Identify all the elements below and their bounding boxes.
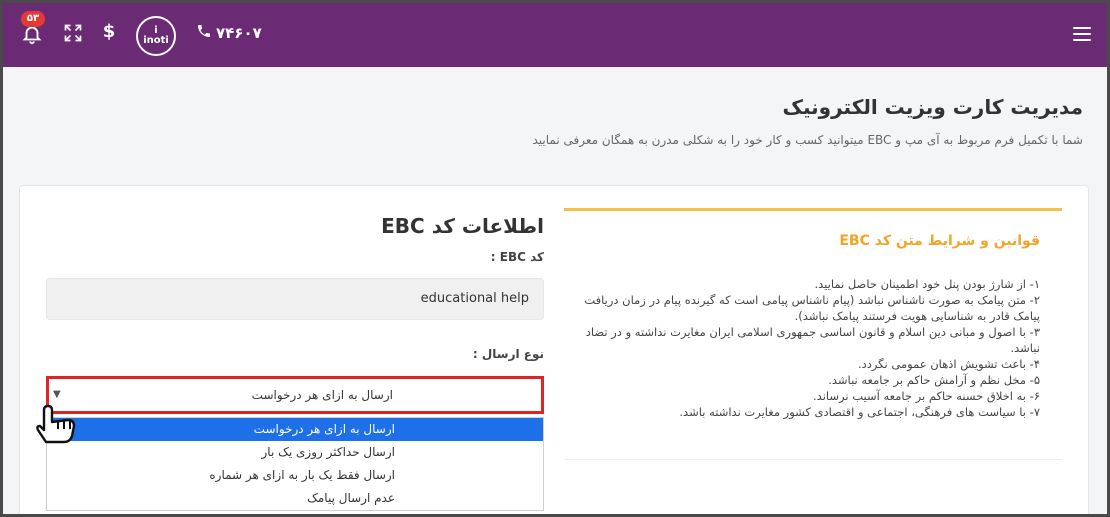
pointing-hand-cursor-icon xyxy=(32,400,78,444)
screenshot-frame: ۵۳ $ i inoti ۷۴۶۰۷ مدیریت کارت ویزیت الک xyxy=(0,0,1110,517)
phone-icon xyxy=(196,23,212,43)
send-type-selected-value: ارسال به ازای هر درخواست xyxy=(251,388,393,402)
page-subtitle: شما با تکمیل فرم مربوط به آی مپ و EBC می… xyxy=(532,133,1083,147)
phone-number: ۷۴۶۰۷ xyxy=(216,24,262,42)
send-type-option-once-per-number[interactable]: ارسال فقط یک بار به ازای هر شماره xyxy=(47,464,543,487)
rule-item: ۱- از شارژ بودن پنل خود اطمینان حاصل نما… xyxy=(814,277,1040,291)
page-header: مدیریت کارت ویزیت الکترونیک شما با تکمیل… xyxy=(532,95,1083,147)
dollar-icon[interactable]: $ xyxy=(101,20,117,44)
send-type-select[interactable]: ارسال به ازای هر درخواست ▼ xyxy=(46,376,544,414)
send-type-label: نوع ارسال : xyxy=(472,347,544,361)
rule-item: ۴- باعث تشویش اذهان عمومی نگردد. xyxy=(857,357,1040,371)
rule-item: ۳- با اصول و مبانی دین اسلام و قانون اسا… xyxy=(585,325,1040,355)
top-navbar: ۵۳ $ i inoti ۷۴۶۰۷ xyxy=(3,3,1107,67)
send-type-option-no-sms[interactable]: عدم ارسال پیامک xyxy=(47,487,543,510)
send-type-dropdown: ارسال به ازای هر درخواست ارسال حداکثر رو… xyxy=(46,417,544,511)
expand-icon[interactable] xyxy=(63,23,83,43)
ebc-code-label: کد EBC : xyxy=(490,250,544,264)
rule-item: ۶- به اخلاق حسنه حاکم بر جامعه آسیب نرسا… xyxy=(813,389,1040,403)
rules-title: قوانین و شرایط متن کد EBC xyxy=(839,233,1040,249)
ebc-code-field[interactable]: educational help xyxy=(46,278,544,320)
notification-count-badge: ۵۳ xyxy=(21,11,45,27)
main-card: قوانین و شرایط متن کد EBC ۱- از شارژ بود… xyxy=(19,185,1089,514)
rule-item: ۵- مخل نظم و آرامش حاکم بر جامعه نباشد. xyxy=(828,373,1040,387)
rule-item: ۲- متن پیامک به صورت ناشناس نباشد (پیام … xyxy=(584,293,1040,323)
send-type-option-per-request[interactable]: ارسال به ازای هر درخواست xyxy=(47,418,543,441)
page-title: مدیریت کارت ویزیت الکترونیک xyxy=(782,95,1083,119)
form-title: اطلاعات کد EBC xyxy=(381,214,544,238)
send-type-option-daily[interactable]: ارسال حداکثر روزی یک بار xyxy=(47,441,543,464)
hamburger-menu-icon[interactable] xyxy=(1073,27,1091,41)
inoti-logo[interactable]: i inoti xyxy=(136,16,176,56)
phone-support[interactable]: ۷۴۶۰۷ xyxy=(196,21,262,45)
logo-text-bottom: inoti xyxy=(143,35,169,46)
ebc-form: اطلاعات کد EBC کد EBC : educational help… xyxy=(36,186,544,514)
rules-list: ۱- از شارژ بودن پنل خود اطمینان حاصل نما… xyxy=(580,276,1040,420)
rules-panel: قوانین و شرایط متن کد EBC ۱- از شارژ بود… xyxy=(564,208,1062,460)
rule-item: ۷- با سیاست های فرهنگی، اجتماعی و اقتصاد… xyxy=(679,405,1040,419)
